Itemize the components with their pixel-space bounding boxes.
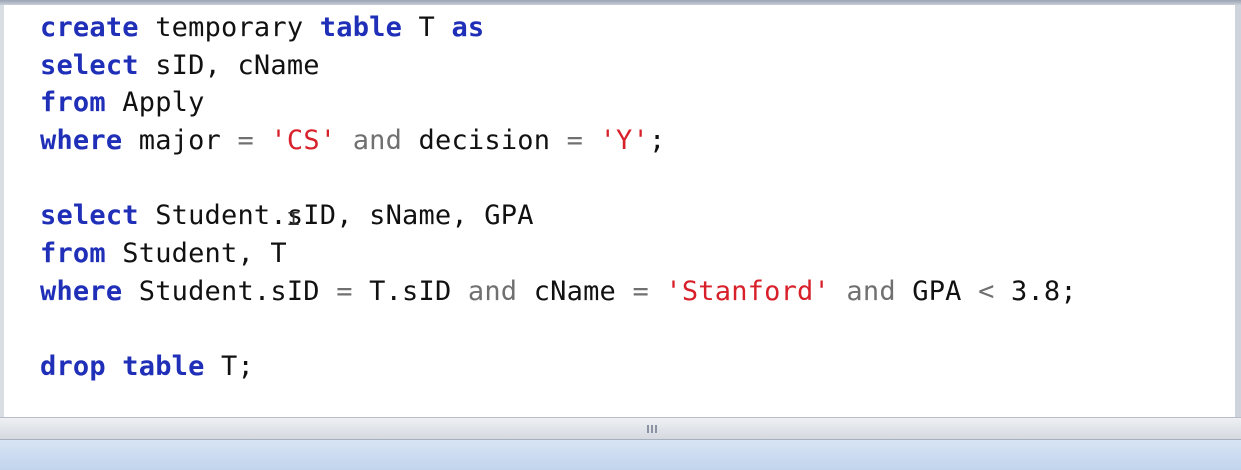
code-token: Student.sID, sName, GPA (138, 200, 534, 232)
code-line[interactable] (40, 160, 1077, 198)
code-lines[interactable]: create temporary table T as select sID, c… (40, 9, 1077, 386)
code-token: from (40, 87, 106, 119)
code-token: cName (517, 275, 633, 307)
code-line[interactable]: select Student.sID, sName, GPA (40, 197, 1077, 235)
code-token: Apply (105, 87, 205, 119)
code-token: as (451, 12, 485, 43)
code-token: create (40, 12, 139, 43)
code-token: = (336, 275, 353, 307)
ibeam-cursor-icon: Ꮖ (288, 209, 300, 230)
pane-splitter[interactable] (0, 417, 1241, 440)
code-token: and (352, 125, 403, 157)
code-token: select (40, 49, 139, 81)
code-token: Student, T (105, 238, 287, 270)
splitter-grip-icon[interactable] (645, 424, 659, 433)
code-token: where (40, 125, 123, 157)
code-line[interactable]: where Student.sID = T.sID and cName = 'S… (40, 273, 1077, 311)
code-token: T.sID (352, 275, 468, 307)
code-token: table (319, 12, 403, 43)
code-token: = (237, 125, 254, 157)
code-line[interactable]: create temporary table T as (40, 9, 1077, 47)
code-line[interactable]: where major = 'CS' and decision = 'Y'; (40, 122, 1077, 160)
code-token: = (632, 275, 649, 307)
code-token: where (40, 275, 123, 307)
code-token: table (122, 351, 205, 383)
code-token: select (40, 200, 139, 232)
code-token: from (40, 238, 106, 270)
code-token: major (122, 125, 238, 157)
code-token: 'Y' (599, 125, 649, 157)
code-token: = (566, 125, 584, 157)
code-token: T; (204, 351, 254, 383)
code-line[interactable] (40, 311, 1077, 349)
code-token: and (467, 275, 518, 307)
code-line[interactable]: drop table T; (40, 348, 1077, 386)
code-token: and (846, 275, 896, 307)
sql-code-editor[interactable]: create temporary table T as select sID, c… (0, 5, 1241, 417)
code-token: drop (40, 351, 106, 383)
code-token: 3.8; (994, 275, 1077, 307)
code-token: 'Stanford' (665, 275, 830, 307)
results-pane (0, 440, 1241, 470)
code-token: < (978, 275, 995, 307)
code-token: ; (648, 125, 666, 157)
code-line[interactable]: from Apply (40, 84, 1077, 122)
code-token: decision (402, 125, 567, 157)
code-token: T (402, 12, 452, 43)
code-line[interactable]: select sID, cName (40, 47, 1077, 85)
code-token: sID, cName (138, 49, 320, 81)
code-line[interactable]: from Student, T (40, 235, 1077, 273)
code-token: Student.sID (122, 275, 337, 307)
code-token: GPA (895, 275, 979, 307)
code-token: 'CS' (270, 125, 337, 157)
code-token: temporary (155, 12, 304, 43)
